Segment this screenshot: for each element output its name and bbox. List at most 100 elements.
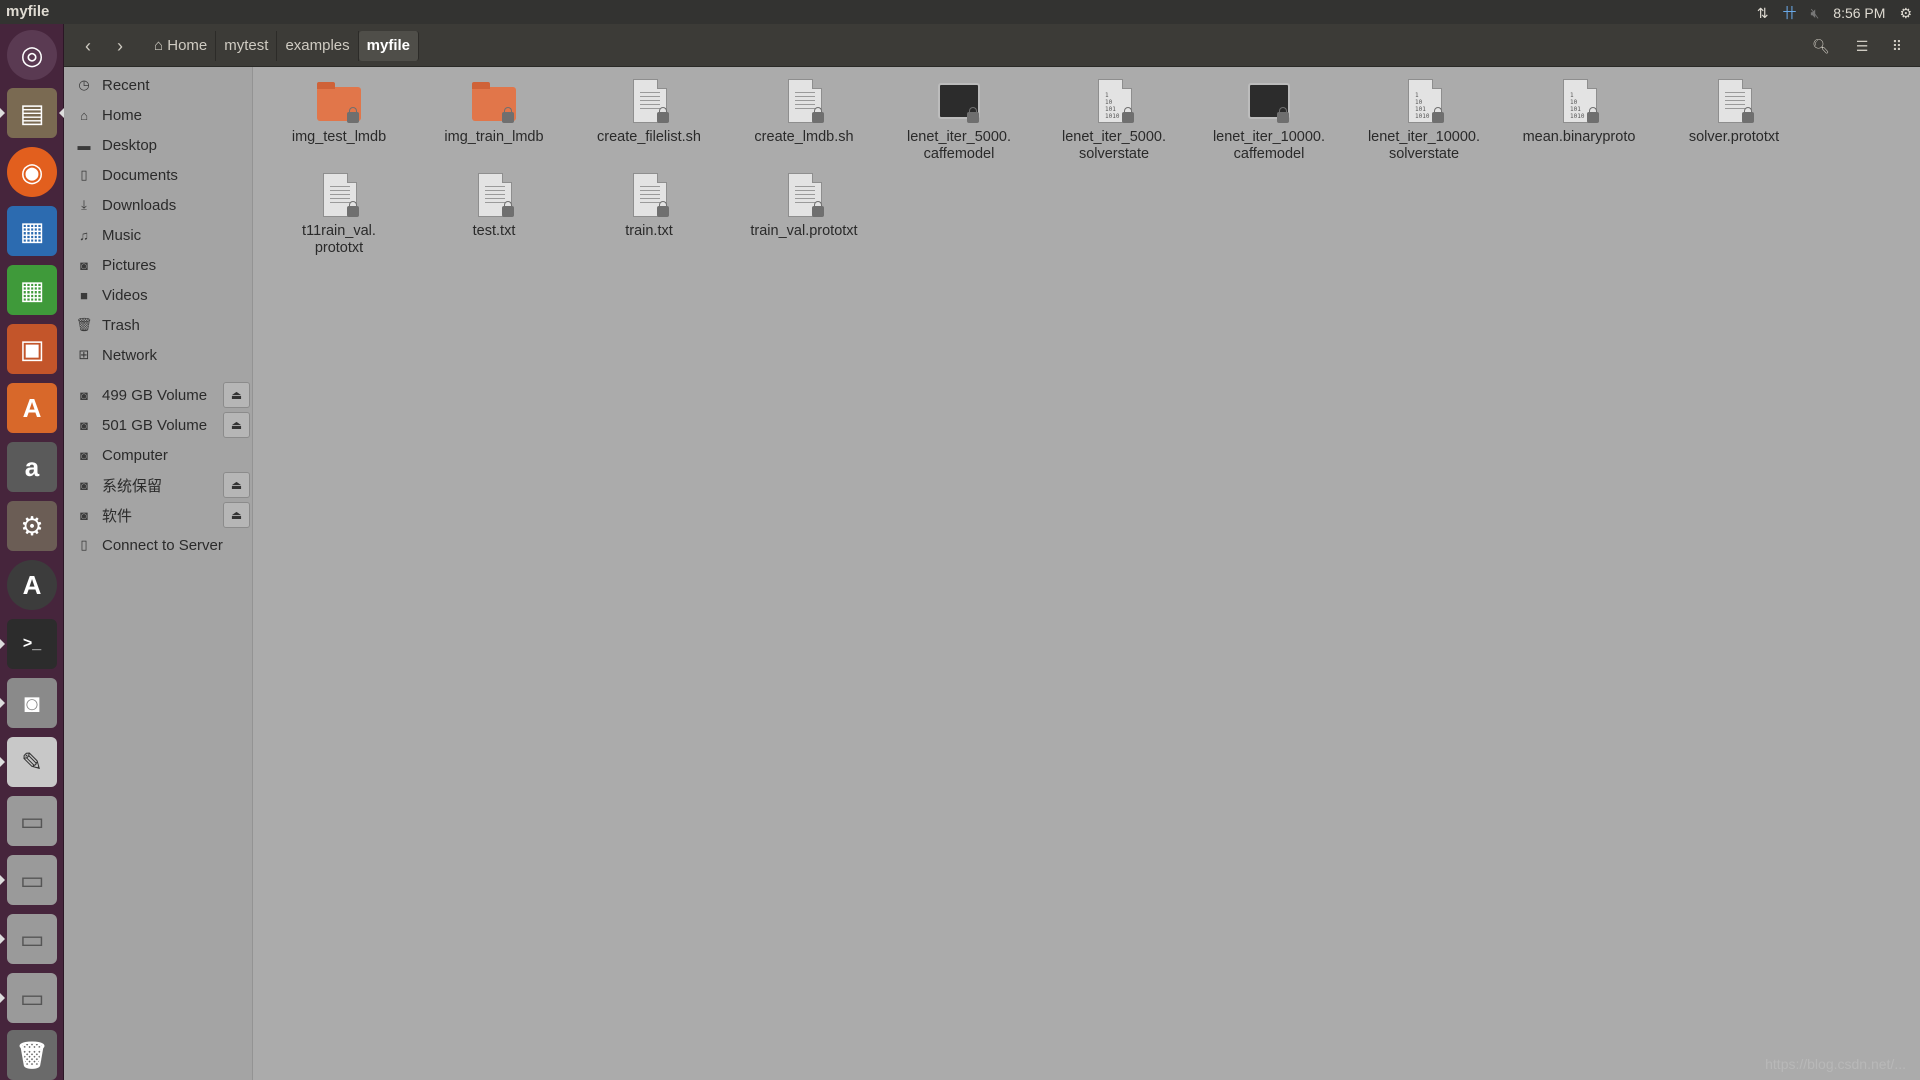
breadcrumb-mytest[interactable]: mytest [216,31,278,61]
home-icon: ⌂ [154,37,164,54]
search-icon: 🔍︎ [1812,37,1830,54]
text-editor-icon[interactable]: ✎ [0,737,57,787]
sidebar-item-music[interactable]: ♫ Music [64,220,253,250]
file-item[interactable]: create_lmdb.sh [729,73,879,146]
drive-icon[interactable]: ▭ [0,914,57,964]
drive-icon[interactable]: ▭ [0,973,57,1023]
amazon-icon[interactable]: a [7,442,57,492]
lock-icon [967,107,979,123]
sidebar-item-pictures[interactable]: ◙ Pictures [64,250,253,280]
trash-icon: 🗑︎ [75,317,93,332]
input-method-icon[interactable]: 卄 [1782,3,1796,23]
breadcrumb-myfile[interactable]: myfile [358,31,419,61]
sidebar-item-network[interactable]: ⊞ Network [64,340,253,370]
sidebar-item-label: Desktop [102,136,158,154]
sidebar-item-trash[interactable]: 🗑︎ Trash [64,310,253,340]
sidebar-item-volume-499[interactable]: ◙ 499 GB Volume ⏏ [64,380,253,410]
sidebar-item-computer[interactable]: ◙ Computer [64,440,253,470]
sidebar-item-documents[interactable]: ▯ Documents [64,160,253,190]
sidebar-item-home[interactable]: ⌂ Home [64,100,253,130]
ubuntu-dash-icon[interactable]: ◎ [7,30,57,80]
libreoffice-writer-icon[interactable]: ▦ [7,206,57,256]
music-icon: ♫ [79,227,89,243]
file-item[interactable]: 1 10 101 1010 lenet_iter_5000. solverstate [1039,73,1189,163]
search-button[interactable]: 🔍︎ [1806,31,1836,61]
breadcrumb-label: Home [167,37,208,54]
file-item[interactable]: lenet_iter_5000. caffemodel [884,73,1034,163]
drive-icon[interactable]: ▭ [7,796,57,846]
lock-icon [657,107,669,123]
file-grid: img_test_lmdb img_train_lmdb create_fileli… [254,67,1920,1080]
script-file-icon [780,77,828,125]
file-item[interactable]: img_test_lmdb [264,73,414,146]
file-item[interactable]: img_train_lmdb [419,73,569,146]
file-item[interactable]: test.txt [419,167,569,240]
text-file-icon [315,171,363,219]
eject-button[interactable]: ⏏ [223,502,250,528]
file-item[interactable]: t11rain_val. prototxt [264,167,414,257]
lock-icon [657,201,669,217]
back-button[interactable]: ‹ [74,33,102,59]
file-item[interactable]: create_filelist.sh [574,73,724,146]
software-updater-icon[interactable]: A [7,560,57,610]
camera-icon: ◙ [80,257,88,273]
sidebar-item-system-reserved[interactable]: ◙ 系统保留 ⏏ [64,470,253,500]
breadcrumb-home[interactable]: ⌂ Home [146,31,217,61]
eject-button[interactable]: ⏏ [223,382,250,408]
sidebar-item-software[interactable]: ◙ 软件 ⏏ [64,500,253,530]
file-item[interactable]: 1 10 101 1010 lenet_iter_10000. solverstate [1349,73,1499,163]
network-transfer-icon[interactable]: ⇅ [1757,5,1769,22]
sidebar-item-label: Recent [102,76,150,94]
volume-muted-icon[interactable]: 🔇︎ [1810,5,1819,22]
trash-launcher-icon[interactable]: 🗑︎ [7,1030,57,1080]
file-item[interactable]: 1 10 101 1010 mean.binaryproto [1504,73,1654,146]
libreoffice-calc-icon[interactable]: ▦ [7,265,57,315]
sidebar-item-volume-501[interactable]: ◙ 501 GB Volume ⏏ [64,410,253,440]
drive-icon: ◙ [80,507,88,523]
terminal-icon[interactable]: >_ [0,619,57,669]
libreoffice-impress-icon[interactable]: ▣ [7,324,57,374]
settings-gear-icon[interactable]: ⚙ [1899,5,1912,22]
screenshot-app-icon[interactable]: ◙ [0,678,57,728]
file-item[interactable]: solver.prototxt [1659,73,1809,146]
sidebar-item-desktop[interactable]: ▬ Desktop [64,130,253,160]
file-name: t11rain_val. prototxt [302,223,376,256]
home-icon: ⌂ [80,107,88,123]
forward-button[interactable]: › [106,33,134,59]
file-item[interactable]: lenet_iter_10000. caffemodel [1194,73,1344,163]
chevron-left-icon: ‹ [85,35,91,56]
list-view-button[interactable]: ☰ [1847,31,1877,61]
file-name: solver.prototxt [1688,129,1780,145]
eject-button[interactable]: ⏏ [223,412,250,438]
file-item[interactable]: train.txt [574,167,724,240]
text-file-icon [780,171,828,219]
drive-icon[interactable]: ▭ [0,855,57,905]
download-icon: ⤓ [81,197,87,212]
text-file-icon [470,171,518,219]
script-file-icon [625,77,673,125]
document-icon: ▯ [80,167,88,182]
lock-icon [812,107,824,123]
file-name: test.txt [472,223,516,239]
sidebar-item-downloads[interactable]: ⤓ Downloads [64,190,253,220]
eject-button[interactable]: ⏏ [223,472,250,498]
folder-icon [315,77,363,125]
sidebar-item-recent[interactable]: ◷ Recent [64,70,253,100]
clock[interactable]: 8:56 PM [1833,5,1885,21]
breadcrumb-examples[interactable]: examples [277,31,359,61]
system-settings-icon[interactable]: ⚙ [7,501,57,551]
files-app-icon[interactable]: ▤ [0,88,64,138]
firefox-icon[interactable]: ◉ [7,147,57,197]
file-name: train.txt [625,223,673,239]
text-file-icon [1710,77,1758,125]
executable-file-icon [1245,77,1293,125]
eject-icon: ⏏ [230,508,243,522]
sidebar-item-connect-to-server[interactable]: ▯ Connect to Server [64,530,253,560]
folder-icon [470,77,518,125]
lock-icon [502,107,514,123]
software-center-icon[interactable]: A [7,383,57,433]
sidebar-item-label: Downloads [102,196,177,214]
grid-view-button[interactable]: ⠿ [1882,31,1912,61]
file-item[interactable]: train_val.prototxt [729,167,879,240]
sidebar-item-videos[interactable]: ■ Videos [64,280,253,310]
